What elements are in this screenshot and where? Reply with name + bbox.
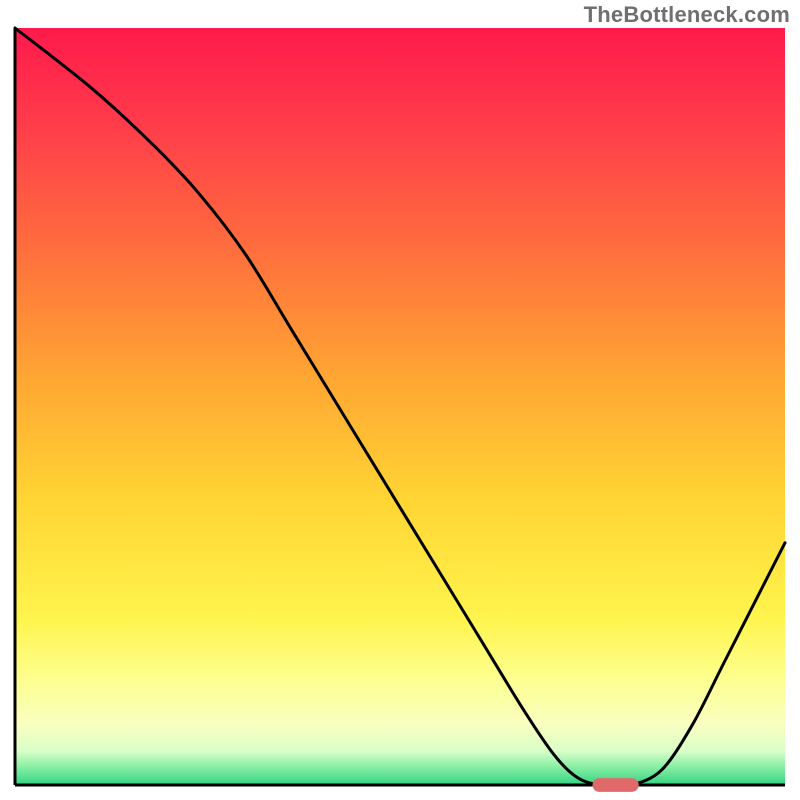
bottleneck-chart: [0, 0, 800, 800]
gradient-background: [15, 28, 785, 785]
optimal-marker: [593, 778, 639, 792]
chart-container: TheBottleneck.com: [0, 0, 800, 800]
